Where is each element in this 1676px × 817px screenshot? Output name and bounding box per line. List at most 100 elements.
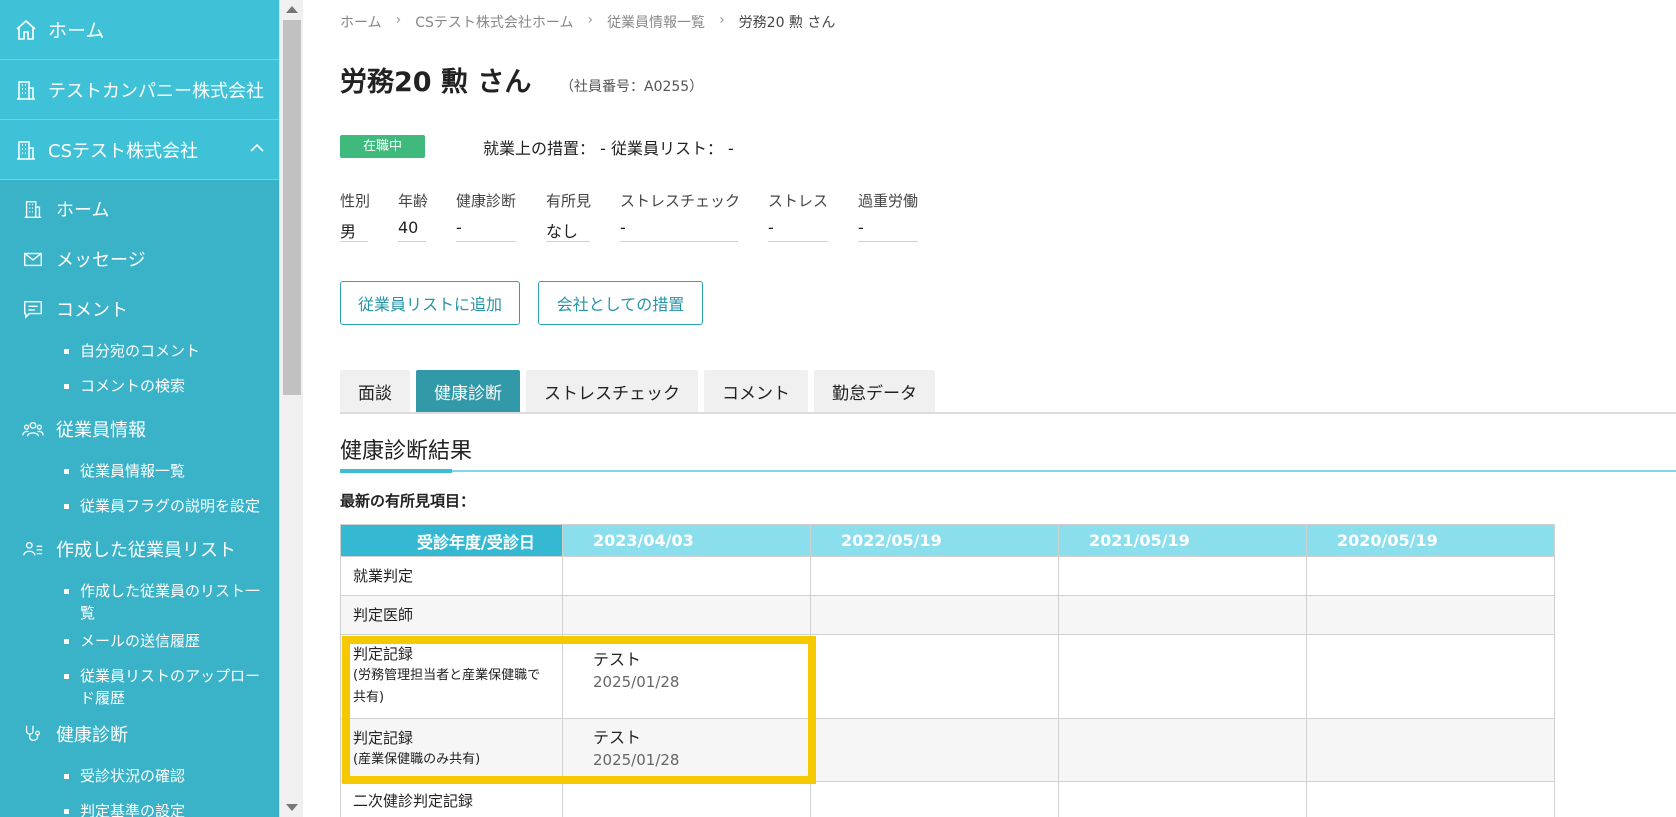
bullet-icon <box>64 674 69 679</box>
sidebar-item-home-top[interactable]: ホーム <box>0 0 279 60</box>
sidebar-item-message[interactable]: メッセージ <box>0 234 279 284</box>
table-row: 就業判定 <box>340 556 1555 596</box>
table-cell <box>810 556 1059 596</box>
bullet-icon <box>64 639 69 644</box>
tab-interview[interactable]: 面談 <box>340 370 410 412</box>
profile-summary: 性別男 年齢 40 健康診断 - 有所見 なし ストレスチェック - ストレス - 過重労… <box>340 190 948 242</box>
table-cell <box>1306 595 1555 635</box>
house-icon <box>16 19 36 40</box>
tab-stress-check[interactable]: ストレスチェック <box>526 370 698 412</box>
bullet-icon <box>64 349 69 354</box>
building-icon <box>24 200 42 218</box>
add-to-list-button[interactable]: 従業員リストに追加 <box>340 281 520 325</box>
table-header-date: 2022/05/19 <box>810 524 1059 557</box>
sidebar-item-my-comments[interactable]: 自分宛のコメント <box>0 334 279 369</box>
building-icon <box>17 140 35 160</box>
table-cell <box>810 781 1059 817</box>
sidebar-item-home[interactable]: ホーム <box>0 184 279 234</box>
table-cell[interactable]: テスト 2025/01/28 <box>562 718 811 782</box>
breadcrumb-employee-list[interactable]: 従業員情報一覧 <box>607 12 705 32</box>
row-label-sub: (労務管理担当者と産業保健職で共有) <box>353 668 541 705</box>
sidebar-item-label: ホーム <box>48 20 105 42</box>
row-label: 判定記録 (産業保健職のみ共有) <box>340 718 563 782</box>
profile-value: なし <box>546 214 590 242</box>
people-icon <box>22 421 44 437</box>
breadcrumb-separator-icon: › <box>719 12 725 28</box>
sidebar-item-exam-status[interactable]: 受診状況の確認 <box>0 759 279 794</box>
profile-label: 有所見 <box>546 192 592 210</box>
chevron-up-icon[interactable] <box>249 140 265 156</box>
table-cell <box>1306 781 1555 817</box>
table-cell <box>810 595 1059 635</box>
table-header-date: 2021/05/19 <box>1058 524 1307 557</box>
bullet-icon <box>64 774 69 779</box>
sidebar-item-label: CSテスト株式会社 <box>48 140 198 162</box>
status-badge: 在職中 <box>340 135 425 158</box>
sidebar-item-label: 従業員リストのアップロード履歴 <box>80 667 261 707</box>
table-header-date: 2020/05/19 <box>1306 524 1555 557</box>
tab-attendance[interactable]: 勤怠データ <box>814 370 935 412</box>
section-divider <box>340 469 1676 473</box>
sidebar-item-criteria[interactable]: 判定基準の設定 <box>0 794 279 817</box>
sidebar-item-created-lists[interactable]: 作成した従業員リスト <box>0 524 279 574</box>
scroll-down-icon[interactable] <box>286 804 298 811</box>
table-cell <box>1058 781 1307 817</box>
company-measure-button[interactable]: 会社としての措置 <box>538 281 703 325</box>
scroll-up-icon[interactable] <box>286 6 298 13</box>
sidebar-item-label: メッセージ <box>56 250 146 271</box>
profile-label: 健康診断 <box>456 192 517 210</box>
record-date: 2025/01/28 <box>593 673 680 691</box>
profile-label: 過重労働 <box>858 192 919 210</box>
scrollbar-thumb[interactable] <box>283 20 301 395</box>
breadcrumb-home[interactable]: ホーム <box>340 12 382 32</box>
profile-stress: ストレス - <box>768 190 828 242</box>
person-list-icon <box>23 541 43 556</box>
sidebar-item-comment-search[interactable]: コメントの検索 <box>0 369 279 404</box>
judgment-record: テスト 2025/01/28 <box>563 719 810 771</box>
profile-value: 男 <box>340 214 368 242</box>
sidebar-item-employee-info[interactable]: 従業員情報 <box>0 404 279 454</box>
sidebar-item-label: 自分宛のコメント <box>80 342 201 360</box>
sidebar-item-mail-history[interactable]: メールの送信履歴 <box>0 624 279 659</box>
row-label: 判定記録 (労務管理担当者と産業保健職で共有) <box>340 634 563 719</box>
profile-age: 年齢 40 <box>398 190 428 242</box>
sidebar-item-list-overview[interactable]: 作成した従業員のリスト一覧 <box>0 574 279 624</box>
table-cell <box>1306 556 1555 596</box>
profile-stress-check: ストレスチェック - <box>620 190 740 242</box>
breadcrumb-company-home[interactable]: CSテスト株式会社ホーム <box>415 12 573 32</box>
profile-value: - <box>858 214 918 242</box>
section-divider-accent <box>340 469 452 473</box>
bullet-icon <box>64 384 69 389</box>
sidebar-item-label: 健康診断 <box>56 725 128 746</box>
profile-health-check: 健康診断 - <box>456 190 516 242</box>
tab-comment[interactable]: コメント <box>704 370 808 412</box>
tab-bar: 面談 健康診断 ストレスチェック コメント 勤怠データ <box>340 370 1676 414</box>
row-label: 就業判定 <box>340 556 563 596</box>
section-title: 健康診断結果 <box>340 439 473 464</box>
table-row: 判定記録 (労務管理担当者と産業保健職で共有) テスト 2025/01/28 <box>340 634 1555 719</box>
sidebar-item-health-check[interactable]: 健康診断 <box>0 709 279 759</box>
table-cell <box>1306 634 1555 719</box>
table-cell <box>1058 718 1307 782</box>
table-cell <box>1306 718 1555 782</box>
table-cell[interactable]: テスト 2025/01/28 <box>562 634 811 719</box>
table-cell <box>1058 595 1307 635</box>
tab-health-check[interactable]: 健康診断 <box>416 370 520 412</box>
breadcrumb-separator-icon: › <box>395 12 402 28</box>
sidebar-item-test-company[interactable]: テストカンパニー株式会社 <box>0 60 279 120</box>
latest-findings-label: 最新の有所見項目： <box>340 492 476 510</box>
table-cell <box>810 718 1059 782</box>
bullet-icon <box>64 589 69 594</box>
sidebar-item-upload-history[interactable]: 従業員リストのアップロード履歴 <box>0 659 279 709</box>
sidebar-scrollbar[interactable] <box>279 0 303 817</box>
profile-gender: 性別男 <box>340 190 370 242</box>
employee-number: （社員番号：A0255） <box>560 79 704 95</box>
sidebar-item-employee-list[interactable]: 従業員情報一覧 <box>0 454 279 489</box>
measures-text: 就業上の措置： - 従業員リスト： - <box>483 139 734 158</box>
sidebar-item-employee-flags[interactable]: 従業員フラグの説明を設定 <box>0 489 279 524</box>
bullet-icon <box>64 469 69 474</box>
sidebar-item-cs-test[interactable]: CSテスト株式会社 <box>0 120 279 180</box>
sidebar-item-comment[interactable]: コメント <box>0 284 279 334</box>
building-icon <box>17 80 35 100</box>
breadcrumb-current: 労務20 勲 さん <box>738 15 836 31</box>
